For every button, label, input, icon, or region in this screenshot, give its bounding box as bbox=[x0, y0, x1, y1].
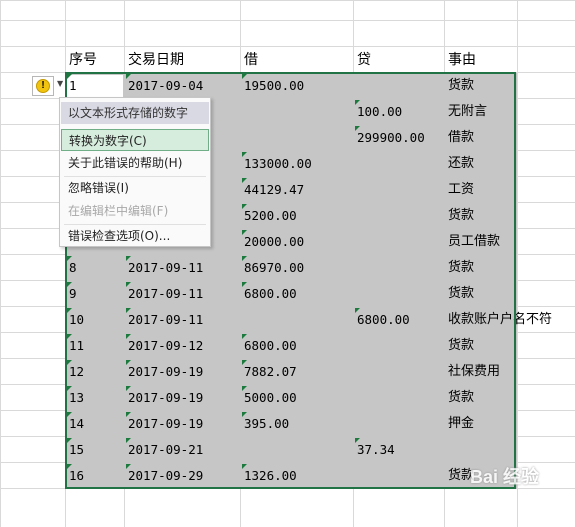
menu-item-ignore-error[interactable]: 忽略错误(I) bbox=[61, 177, 209, 199]
menu-title: 以文本形式存储的数字 bbox=[61, 102, 209, 124]
menu-item-convert-to-number[interactable]: 转换为数字(C) bbox=[61, 129, 209, 151]
warning-icon: ! bbox=[36, 79, 50, 93]
error-check-button[interactable]: ! bbox=[32, 76, 54, 96]
menu-item-error-options[interactable]: 错误检查选项(O)... bbox=[61, 225, 209, 247]
spreadsheet-grid[interactable]: 序号 交易日期 借 贷 事由 1 2017-09-04 19500.00 货款 100.… bbox=[0, 0, 575, 527]
watermark-logo: Bai 经验 bbox=[470, 467, 540, 487]
header-date[interactable]: 交易日期 bbox=[128, 47, 184, 73]
menu-item-help[interactable]: 关于此错误的帮助(H) bbox=[61, 152, 209, 174]
grid-vline bbox=[0, 0, 1, 527]
chevron-down-icon[interactable]: ▼ bbox=[57, 79, 63, 88]
header-reason[interactable]: 事由 bbox=[448, 47, 476, 73]
grid-vline bbox=[517, 0, 518, 527]
menu-item-edit-in-formula-bar: 在编辑栏中编辑(F) bbox=[68, 204, 169, 218]
error-check-menu: 以文本形式存储的数字 转换为数字(C) 关于此错误的帮助(H) 忽略错误(I) … bbox=[59, 97, 211, 247]
header-debit[interactable]: 借 bbox=[244, 47, 258, 73]
header-credit[interactable]: 贷 bbox=[357, 47, 371, 73]
grid-hline bbox=[0, 20, 575, 21]
header-seq[interactable]: 序号 bbox=[69, 47, 97, 73]
grid-hline bbox=[0, 0, 575, 1]
